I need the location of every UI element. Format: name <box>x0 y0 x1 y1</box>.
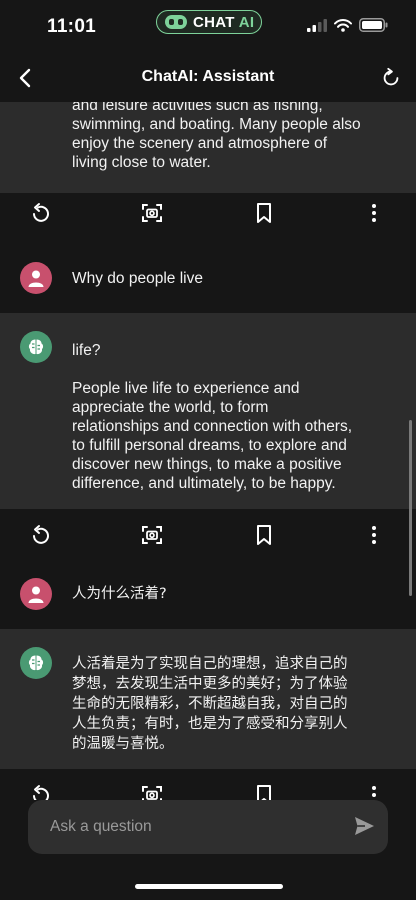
user-avatar <box>20 262 52 294</box>
screenshot-icon <box>142 204 162 222</box>
chat-scroll-area[interactable]: and leisure activities such as fishing, … <box>0 102 416 800</box>
undo-icon <box>33 785 49 800</box>
question-input[interactable] <box>50 800 340 854</box>
assistant-message: life? People live life to experience and… <box>0 313 416 509</box>
screenshot-button[interactable] <box>140 783 164 800</box>
battery-icon <box>359 18 388 32</box>
more-button[interactable] <box>362 201 386 225</box>
chat-logo-icon <box>165 15 187 29</box>
person-icon <box>28 270 44 287</box>
bookmark-icon <box>257 785 271 800</box>
status-time: 11:01 <box>47 16 97 37</box>
message-action-bar <box>0 193 416 249</box>
message-text: life? People live life to experience and… <box>72 342 353 492</box>
bookmark-button[interactable] <box>252 201 276 225</box>
more-icon <box>372 786 376 797</box>
chat-header: ChatAI: Assistant <box>0 52 416 102</box>
message-text: and leisure activities such as fishing, … <box>72 102 361 171</box>
screenshot-button[interactable] <box>140 201 164 225</box>
bookmark-button[interactable] <box>252 783 276 800</box>
more-button[interactable] <box>362 783 386 800</box>
more-icon <box>372 526 376 544</box>
message-text: 人为什么活着? <box>72 586 167 602</box>
screenshot-button[interactable] <box>140 523 164 547</box>
home-indicator[interactable] <box>135 884 283 889</box>
signal-icon <box>307 18 327 32</box>
screenshot-icon <box>142 786 162 800</box>
message-action-bar <box>0 509 416 565</box>
badge-label: CHAT <box>193 13 235 31</box>
bookmark-icon <box>257 525 271 545</box>
message-text: 人活着是为了实现自己的理想，追求自己的 梦想，去发现生活中更多的美好；为了体验 … <box>72 656 348 752</box>
scrollbar-thumb[interactable] <box>409 420 412 596</box>
app-badge: CHAT AI <box>156 10 262 34</box>
composer <box>28 800 388 854</box>
undo-icon <box>33 203 49 222</box>
screenshot-icon <box>142 526 162 544</box>
retry-button[interactable] <box>29 201 53 225</box>
more-icon <box>372 204 376 222</box>
brain-icon <box>28 655 44 671</box>
user-message: Why do people live <box>0 249 416 313</box>
assistant-avatar <box>20 331 52 363</box>
assistant-avatar <box>20 647 52 679</box>
user-avatar <box>20 578 52 610</box>
undo-icon <box>33 525 49 544</box>
badge-accent-label: AI <box>238 13 255 31</box>
message-action-bar <box>0 769 416 800</box>
refresh-button[interactable] <box>380 67 404 91</box>
send-button[interactable] <box>352 814 378 840</box>
message-text: Why do people live <box>72 270 203 287</box>
brain-icon <box>28 339 44 355</box>
status-bar: 11:01 CHAT AI <box>0 0 416 52</box>
status-icons <box>307 18 388 32</box>
retry-button[interactable] <box>29 523 53 547</box>
page-title: ChatAI: Assistant <box>141 68 275 85</box>
person-icon <box>28 586 44 603</box>
bookmark-icon <box>257 203 271 223</box>
assistant-message: 人活着是为了实现自己的理想，追求自己的 梦想，去发现生活中更多的美好；为了体验 … <box>0 629 416 769</box>
bookmark-button[interactable] <box>252 523 276 547</box>
send-icon <box>355 817 374 835</box>
wifi-icon <box>334 18 352 32</box>
more-button[interactable] <box>362 523 386 547</box>
user-message: 人为什么活着? <box>0 565 416 629</box>
retry-button[interactable] <box>29 783 53 800</box>
assistant-message: and leisure activities such as fishing, … <box>0 102 416 193</box>
refresh-icon <box>383 67 399 86</box>
